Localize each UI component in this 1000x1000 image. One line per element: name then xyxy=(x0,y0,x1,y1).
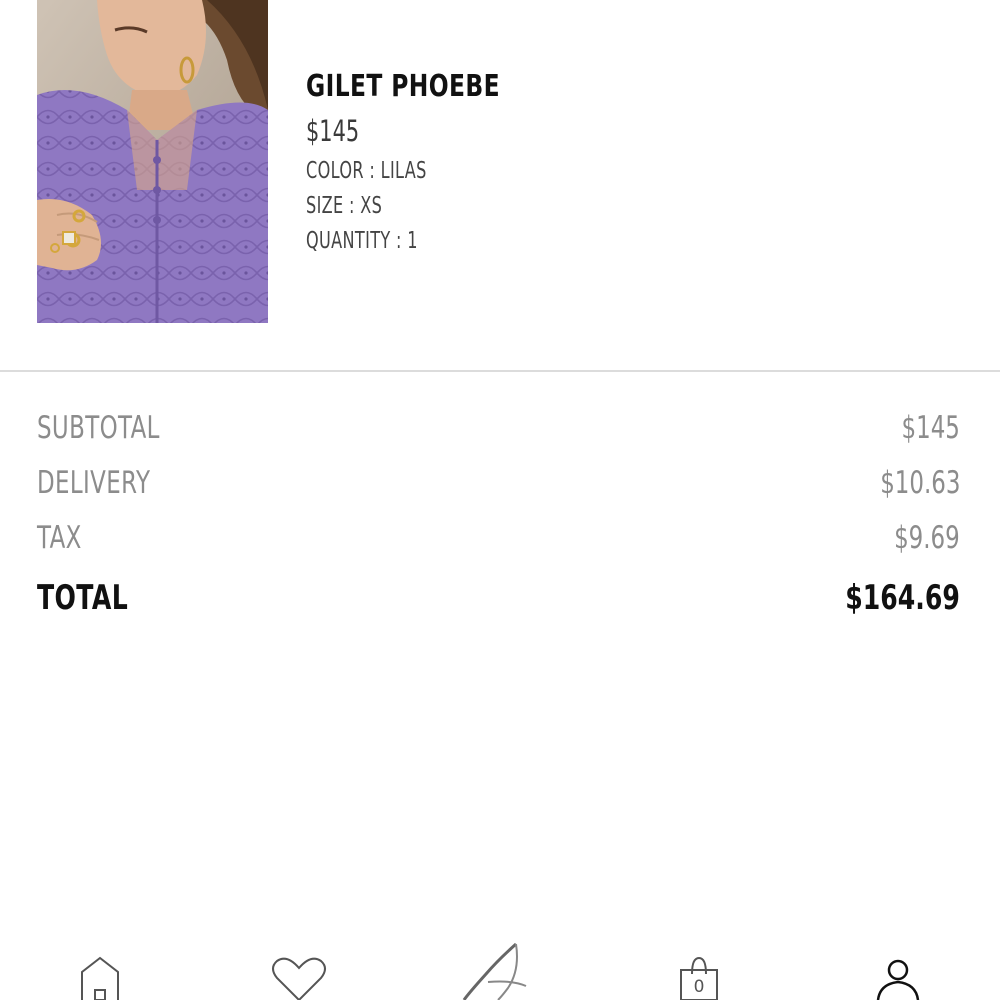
order-summary: SUBTOTAL $145 DELIVERY $10.63 TAX $9.69 … xyxy=(37,402,960,627)
user-icon xyxy=(876,959,920,1000)
product-quantity: QUANTITY : 1 xyxy=(306,228,418,254)
nav-account[interactable] xyxy=(858,930,938,1000)
delivery-value: $10.63 xyxy=(879,465,960,501)
tax-label: TAX xyxy=(37,520,82,556)
order-summary-page: GILET PHOEBE $145 COLOR : LILAS SIZE : X… xyxy=(0,0,1000,1000)
subtotal-label: SUBTOTAL xyxy=(37,410,160,446)
bag-count-badge: 0 xyxy=(693,977,705,997)
tax-value: $9.69 xyxy=(894,520,960,556)
nav-brand[interactable] xyxy=(458,930,538,1000)
summary-row-delivery: DELIVERY $10.63 xyxy=(37,457,960,512)
product-info: GILET PHOEBE $145 COLOR : LILAS SIZE : X… xyxy=(306,66,555,259)
product-size: SIZE : XS xyxy=(306,193,383,219)
home-icon xyxy=(81,956,119,1000)
delivery-label: DELIVERY xyxy=(37,465,151,501)
summary-row-total: TOTAL $164.69 xyxy=(37,572,960,627)
nav-bag[interactable]: 0 xyxy=(659,930,739,1000)
product-color: COLOR : LILAS xyxy=(306,158,427,184)
brand-logo-icon xyxy=(462,942,527,1000)
total-value: $164.69 xyxy=(845,578,960,618)
product-price: $145 xyxy=(306,114,360,148)
total-label: TOTAL xyxy=(37,578,129,618)
subtotal-value: $145 xyxy=(901,410,960,446)
heart-icon xyxy=(272,957,326,1000)
nav-wishlist[interactable] xyxy=(259,930,339,1000)
product-name[interactable]: GILET PHOEBE xyxy=(306,66,500,108)
section-divider xyxy=(0,370,1000,372)
summary-row-subtotal: SUBTOTAL $145 xyxy=(37,402,960,457)
bottom-nav: 0 xyxy=(0,930,1000,1000)
nav-home[interactable] xyxy=(60,930,140,1000)
product-image[interactable] xyxy=(37,0,268,323)
summary-row-tax: TAX $9.69 xyxy=(37,512,960,567)
